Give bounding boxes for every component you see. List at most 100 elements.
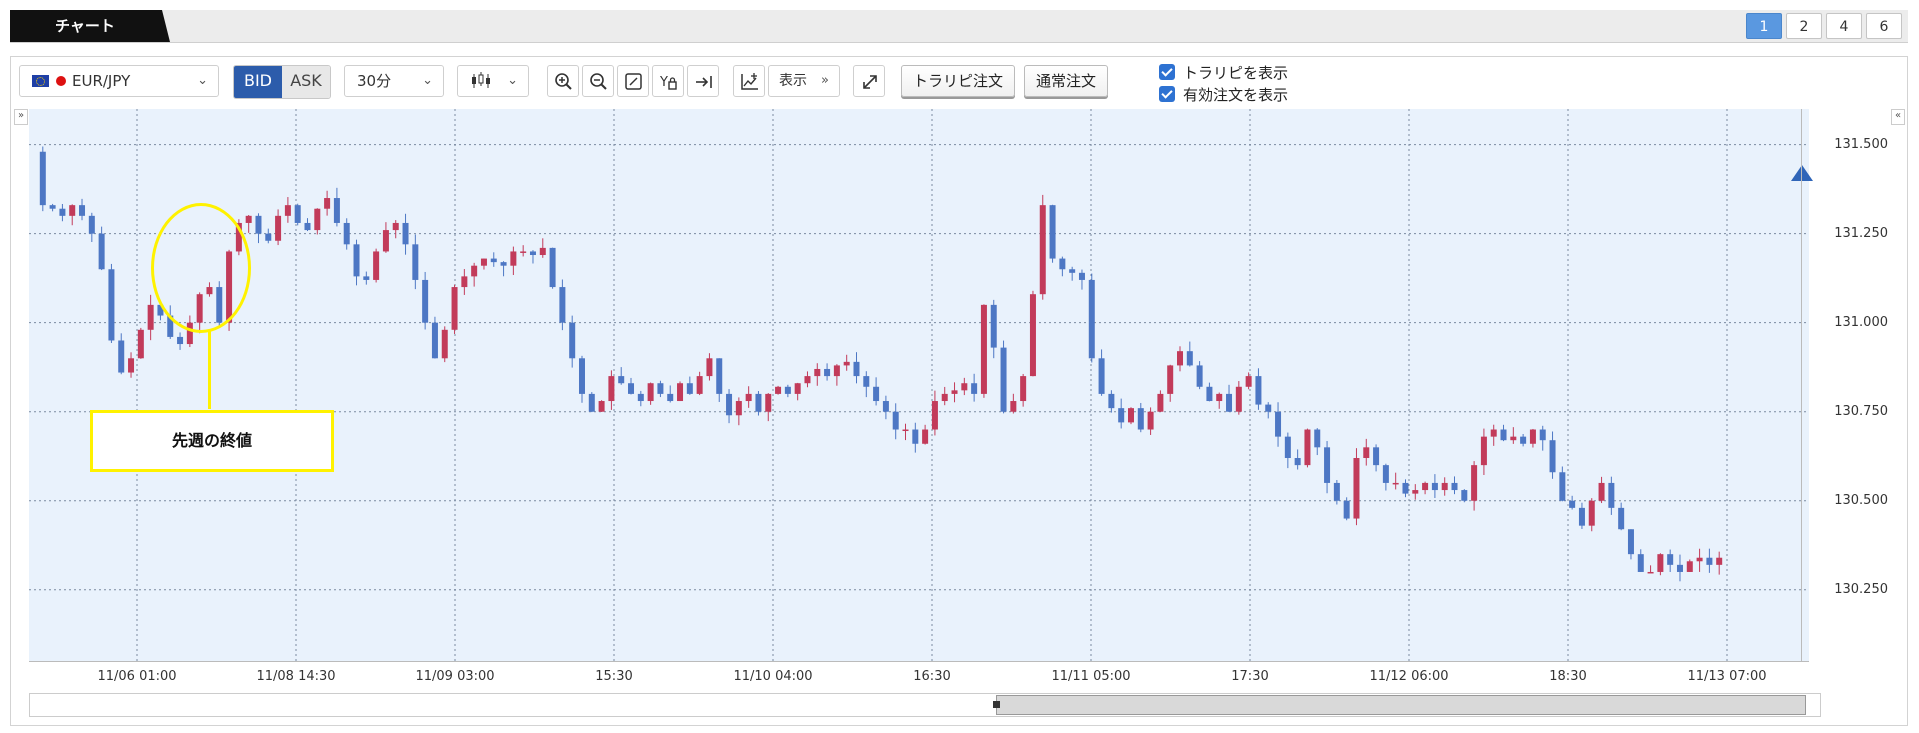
candle-body	[461, 276, 468, 288]
candle	[706, 353, 713, 381]
pair-select[interactable]: EUR/JPY ⌄	[19, 65, 219, 97]
candle	[1167, 364, 1174, 402]
collapse-right-icon[interactable]: «	[1891, 109, 1905, 125]
candle-body	[1373, 447, 1380, 466]
candle-body	[471, 265, 478, 277]
time-tick-label: 11/13 07:00	[1687, 669, 1767, 684]
candle-body	[912, 429, 919, 444]
candle-body	[1480, 436, 1487, 466]
ask-button[interactable]: ASK	[282, 66, 330, 98]
candle-body	[520, 251, 527, 253]
chart-plot-area[interactable]	[29, 109, 1813, 661]
candle	[392, 220, 399, 239]
candle	[1667, 549, 1674, 573]
candle	[1637, 549, 1644, 573]
normal-order-button[interactable]: 通常注文	[1024, 65, 1108, 97]
candle-body	[775, 386, 782, 394]
candle-body	[118, 340, 125, 373]
candle-body	[1451, 482, 1458, 491]
eu-flag-icon	[32, 75, 49, 87]
y-axis-lock-button[interactable]: Y	[652, 65, 684, 97]
candle-body	[88, 215, 95, 234]
layout-1-button[interactable]: 1	[1746, 13, 1782, 39]
show-tralipi-checkbox[interactable]: トラリピを表示	[1159, 61, 1288, 83]
candle	[520, 245, 527, 257]
candle	[1245, 372, 1252, 390]
candle	[853, 352, 860, 384]
candle-body	[1676, 564, 1683, 572]
collapse-left-icon[interactable]: »	[14, 109, 28, 125]
add-indicator-button[interactable]	[733, 65, 765, 97]
candlestick-chart[interactable]	[29, 109, 1809, 661]
bid-button[interactable]: BID	[234, 66, 282, 98]
candle	[814, 363, 821, 386]
zoom-in-icon	[555, 73, 572, 90]
candle	[284, 197, 291, 223]
candle-body	[696, 376, 703, 394]
candle	[775, 385, 782, 395]
zoom-out-button[interactable]	[582, 65, 614, 97]
time-tick-label: 11/11 05:00	[1051, 669, 1131, 684]
fit-icon	[625, 73, 642, 90]
candle-body	[1137, 408, 1144, 430]
chart-type-select[interactable]: ⌄	[457, 65, 529, 97]
candle	[1069, 266, 1076, 281]
candle-body	[686, 383, 693, 394]
candle-body	[255, 215, 262, 234]
candle	[1177, 346, 1184, 372]
fit-button[interactable]	[617, 65, 649, 97]
candle-body	[1039, 205, 1046, 295]
candle	[1716, 551, 1723, 575]
candle	[1431, 474, 1438, 498]
candle-body	[1147, 411, 1154, 430]
candle	[657, 380, 664, 398]
candle-body	[1284, 436, 1291, 459]
candle-body	[1314, 429, 1321, 448]
candle	[1588, 498, 1595, 532]
scroll-to-end-button[interactable]	[687, 65, 719, 97]
candle-body	[726, 393, 733, 416]
price-tick-label: 130.750	[1834, 403, 1888, 419]
candle-body	[1696, 557, 1703, 562]
candle-body	[853, 361, 860, 377]
candle	[1510, 427, 1517, 444]
candle	[618, 367, 625, 385]
candle-body	[833, 365, 840, 377]
candle	[324, 190, 331, 216]
layout-6-button[interactable]: 6	[1866, 13, 1902, 39]
show-tralipi-label: トラリピを表示	[1183, 63, 1289, 82]
candle	[314, 208, 321, 235]
candle-body	[1549, 440, 1556, 473]
display-menu-button[interactable]: 表示 »	[768, 65, 840, 97]
layout-4-button[interactable]: 4	[1826, 13, 1862, 39]
candle-body	[1186, 351, 1193, 366]
candlestick-icon	[472, 72, 490, 88]
candle	[510, 246, 517, 276]
scrollbar-thumb[interactable]	[993, 695, 1806, 715]
candle	[892, 403, 899, 440]
checkbox-checked-icon[interactable]	[1159, 86, 1175, 102]
chart-scrollbar[interactable]	[29, 693, 1821, 717]
pair-label: EUR/JPY	[72, 72, 131, 90]
show-orders-checkbox[interactable]: 有効注文を表示	[1159, 83, 1288, 105]
chart-panel: EUR/JPY ⌄ BID ASK 30分 ⌄ ⌄ Y 表示 » トラリピ注文 …	[10, 56, 1908, 726]
checkbox-checked-icon[interactable]	[1159, 64, 1175, 80]
price-tick-label: 131.000	[1834, 314, 1888, 330]
candle	[1127, 407, 1134, 425]
annotation-label: 先週の終値	[90, 410, 334, 472]
time-tick-label: 11/06 01:00	[97, 669, 177, 684]
scroll-handle[interactable]	[993, 701, 1000, 708]
candle-body	[1569, 500, 1576, 508]
layout-2-button[interactable]: 2	[1786, 13, 1822, 39]
candle-body	[1177, 351, 1184, 366]
candle-body	[1686, 561, 1693, 572]
candle-body	[706, 358, 713, 377]
candle-body	[59, 208, 66, 216]
zoom-in-button[interactable]	[547, 65, 579, 97]
period-select[interactable]: 30分 ⌄	[344, 65, 444, 97]
candle	[1304, 428, 1311, 468]
tab-chart[interactable]: チャート	[10, 10, 170, 42]
candle-body	[1216, 393, 1223, 402]
fullscreen-button[interactable]	[853, 65, 885, 97]
tralipi-order-button[interactable]: トラリピ注文	[901, 65, 1015, 97]
